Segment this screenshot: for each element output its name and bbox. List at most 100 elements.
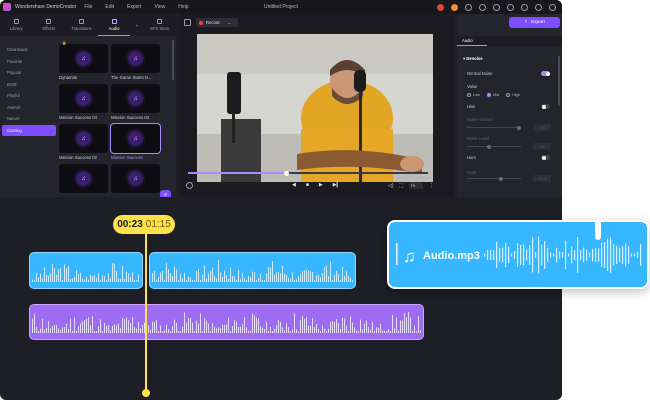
slider-knob[interactable] <box>487 144 491 149</box>
waveform-bar <box>90 325 91 333</box>
account-icon[interactable] <box>465 3 472 11</box>
next-frame-icon[interactable]: ▶▎ <box>333 182 341 188</box>
normal-noise-toggle[interactable] <box>541 71 550 76</box>
noise-level-slider[interactable] <box>467 144 521 149</box>
slider-knob[interactable] <box>499 176 503 181</box>
notification-icon[interactable] <box>437 3 444 11</box>
tab-sfx-store[interactable]: SFX Store <box>143 14 176 36</box>
radio-label: Low <box>473 93 480 97</box>
slider-knob[interactable] <box>517 125 521 130</box>
audio-file-card[interactable]: ♫ Audio.mp3 <box>387 220 649 289</box>
close-icon[interactable] <box>549 3 556 11</box>
progress-knob[interactable] <box>283 170 289 176</box>
playhead-line[interactable] <box>145 222 147 394</box>
audio-thumbnail: ♫ <box>59 84 108 113</box>
category-bgm[interactable]: BGM <box>2 79 56 91</box>
trim-handle[interactable] <box>396 243 398 265</box>
tab-effects[interactable]: Effects <box>33 14 66 36</box>
gate-slider[interactable] <box>467 176 521 181</box>
noise-level-value[interactable]: 0.00 <box>533 143 551 150</box>
audio-item[interactable]: ♫ Mission Success 03 <box>111 84 160 120</box>
fit-dropdown[interactable]: Fit <box>409 182 424 189</box>
category-nature[interactable]: Nature <box>2 113 56 125</box>
waveform-bar <box>150 329 151 333</box>
fullscreen-icon[interactable]: ⛶ <box>400 183 404 189</box>
audio-item[interactable]: ♫ The Game Starts N... <box>111 44 160 80</box>
waveform-bar <box>48 275 49 282</box>
audio-item[interactable]: ♫ <box>111 164 160 193</box>
cloud-icon[interactable] <box>479 3 486 11</box>
tab-library[interactable]: Library <box>0 14 33 36</box>
properties-scrollbar[interactable] <box>558 56 560 106</box>
waveform-bar <box>517 243 519 267</box>
noise-volume-value[interactable]: 0.00 <box>533 124 551 131</box>
radio-high[interactable]: High <box>506 93 520 97</box>
audio-clip-2[interactable] <box>149 252 356 289</box>
layout-icon[interactable] <box>184 19 191 26</box>
play-icon[interactable]: ▶ <box>319 182 323 188</box>
noise-volume-slider[interactable] <box>467 125 521 130</box>
audio-item[interactable]: ♫ Mission Success 02 <box>59 124 108 160</box>
music-note-icon: ♫ <box>129 92 142 105</box>
waveform-bar <box>32 318 33 333</box>
playback-progress[interactable] <box>188 170 428 176</box>
category-animal[interactable]: Animal <box>2 102 56 114</box>
waveform-bar <box>356 330 357 333</box>
minimize-icon[interactable] <box>521 3 528 11</box>
audio-item[interactable]: ♫ ♛ Dynamite <box>59 41 108 80</box>
hiss-toggle[interactable] <box>541 104 550 109</box>
menu-view[interactable]: View <box>154 4 165 10</box>
audio-item[interactable]: ♫ <box>59 164 108 193</box>
waveform-bar <box>116 325 117 333</box>
waveform-bar <box>328 328 329 333</box>
toggle-knob <box>541 104 546 109</box>
audio-item-selected[interactable]: ♫ Mission Success <box>110 123 161 160</box>
menu-help[interactable]: Help <box>178 4 188 10</box>
media-scrollbar[interactable] <box>172 40 174 80</box>
settings-icon[interactable] <box>493 3 500 11</box>
waveform-bar <box>294 313 295 333</box>
snapshot-icon[interactable] <box>186 182 193 189</box>
category-gaming[interactable]: Gaming <box>2 124 56 136</box>
search-button[interactable]: ⌕ <box>160 190 171 197</box>
menu-file[interactable]: File <box>84 4 92 10</box>
menu-edit[interactable]: Edit <box>105 4 114 10</box>
waveform-bar <box>288 327 289 333</box>
waveform-bar <box>62 327 63 333</box>
waveform-bar <box>286 323 287 333</box>
playhead-handle[interactable] <box>142 389 150 397</box>
category-playful[interactable]: Playful <box>2 90 56 102</box>
radio-low[interactable]: Low <box>467 93 480 97</box>
waveform-bar <box>250 277 251 282</box>
tab-transitions[interactable]: Transitions <box>65 14 98 36</box>
preview-settings-icon[interactable]: ⋮ <box>429 183 434 189</box>
menu-export[interactable]: Export <box>127 4 141 10</box>
denoise-section[interactable]: ▾ Denoise <box>463 56 483 61</box>
radio-mid[interactable]: Mid <box>486 93 499 97</box>
category-downloads[interactable]: Downloads <box>2 44 56 56</box>
category-favorite[interactable]: Favorite <box>2 56 56 68</box>
export-button[interactable]: ⇪ Export <box>509 17 560 28</box>
volume-icon[interactable]: ◁) <box>388 183 394 189</box>
maximize-icon[interactable] <box>535 3 542 11</box>
audio-clip-1[interactable] <box>29 252 143 289</box>
waveform-bar <box>226 324 227 333</box>
waveform-bar <box>298 331 299 333</box>
hum-toggle[interactable] <box>541 155 550 160</box>
title-bar: Wondershare DemoCreator File Edit Export… <box>0 0 562 14</box>
previous-frame-icon[interactable]: ◀ <box>292 182 296 188</box>
category-popular[interactable]: Popular <box>2 67 56 79</box>
record-button[interactable]: Record ⌄ <box>196 18 238 27</box>
tab-audio-properties[interactable]: Audio <box>457 36 487 46</box>
tab-more[interactable]: » <box>130 14 143 36</box>
audio-clip-3[interactable] <box>29 304 424 340</box>
waveform-bar <box>300 319 301 333</box>
upload-icon[interactable] <box>507 3 514 11</box>
gift-icon[interactable] <box>451 3 458 11</box>
tab-audio[interactable]: Audio <box>97 14 131 36</box>
audio-item[interactable]: ♫ Mission Success 04 <box>59 84 108 120</box>
waveform-bar <box>88 317 89 333</box>
stop-icon[interactable]: ■ <box>306 182 309 188</box>
waveform-bar <box>76 331 77 333</box>
gate-value[interactable]: -25.00 <box>533 175 551 182</box>
